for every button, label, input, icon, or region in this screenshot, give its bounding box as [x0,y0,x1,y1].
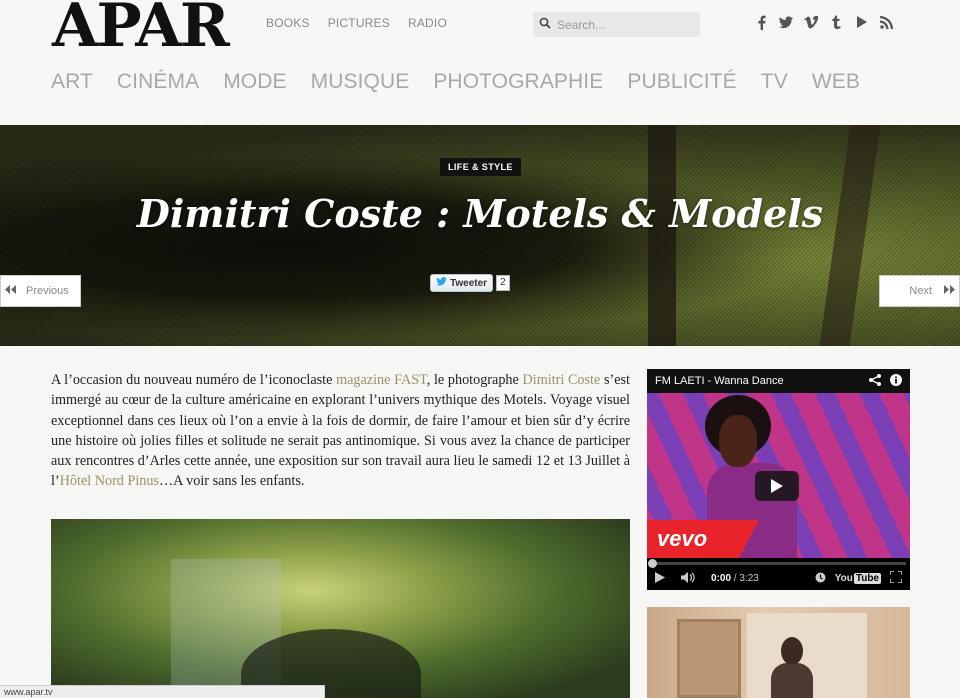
video-player: FM LAETI - Wanna Dance vevo 0:00 / 3:23 [647,369,910,590]
main-nav: ART CINÉMA MODE MUSIQUE PHOTOGRAPHIE PUB… [51,70,860,94]
main-nav-publicite[interactable]: PUBLICITÉ [627,70,736,94]
article-body: A l’occasion du nouveau numéro de l’icon… [51,370,630,492]
play-icon[interactable] [655,571,665,586]
fullscreen-icon[interactable] [889,570,903,586]
thumbnail-detail [677,619,741,698]
tweet-label: Tweeter [450,277,488,289]
hotel-link[interactable]: Hôtel Nord Pinus [60,473,159,489]
article-text: s’est immergé au cœur de la culture amér… [51,372,630,490]
search-icon[interactable] [539,16,551,34]
rss-icon[interactable] [879,14,893,30]
thumbnail-detail [771,663,813,698]
hero-banner: LIFE & STYLE Dimitri Coste : Motels & Mo… [0,125,960,346]
article-photo [51,519,630,698]
video-frame-detail [719,415,757,467]
sidebar-thumbnail[interactable] [647,607,910,698]
video-controls: 0:00 / 3:23 You Tube [647,567,910,590]
author-link[interactable]: Dimitri Coste [523,372,601,388]
main-nav-art[interactable]: ART [51,70,93,94]
video-controls-right: You Tube [815,570,903,586]
tumblr-icon[interactable] [829,14,843,30]
tweet-button[interactable]: Tweeter [430,274,494,292]
top-nav: BOOKS PICTURES RADIO [266,16,447,30]
next-button[interactable]: Next [879,275,960,307]
social-links [754,14,893,30]
previous-button[interactable]: Previous [0,275,81,307]
double-chevron-right-icon [944,285,955,297]
main-nav-mode[interactable]: MODE [223,70,286,94]
video-thumbnail[interactable]: vevo [647,393,910,558]
video-title[interactable]: FM LAETI - Wanna Dance [655,375,784,387]
main-nav-musique[interactable]: MUSIQUE [311,70,410,94]
thumbnail-detail [781,637,803,665]
share-icon[interactable] [869,373,881,389]
article-text: , le photographe [426,372,523,388]
time-total: / 3:23 [733,573,759,584]
search-box [533,12,700,37]
video-header-icons [869,373,902,389]
video-time: 0:00 / 3:23 [711,573,759,584]
top-nav-pictures[interactable]: PICTURES [328,16,390,30]
article-text: …A voir sans les enfants. [158,473,305,490]
tweet-widget: Tweeter 2 [430,274,510,292]
site-header: APAR BOOKS PICTURES RADIO ART C [0,0,960,125]
info-icon[interactable] [890,373,902,389]
article-text: A l’occasion du nouveau numéro de l’icon… [51,372,337,388]
previous-label: Previous [26,285,69,297]
article-paragraph: A l’occasion du nouveau numéro de l’icon… [51,370,630,492]
category-badge[interactable]: LIFE & STYLE [440,158,521,176]
twitter-icon[interactable] [779,14,793,30]
top-nav-books[interactable]: BOOKS [266,16,310,30]
youtube-icon[interactable] [854,14,868,30]
main-nav-photographie[interactable]: PHOTOGRAPHIE [433,70,603,94]
search-input[interactable] [557,17,687,32]
main-nav-tv[interactable]: TV [761,70,788,94]
article-title: Dimitri Coste : Motels & Models [136,191,824,236]
double-chevron-left-icon [5,285,16,297]
play-button[interactable] [755,471,799,501]
video-progress-bar[interactable] [648,559,906,568]
main-nav-web[interactable]: WEB [812,70,860,94]
magazine-fast-link[interactable]: magazine FAST [336,372,427,388]
vimeo-icon[interactable] [804,14,818,30]
twitter-bird-icon [436,277,447,289]
youtube-logo-tube: Tube [853,573,881,584]
youtube-logo[interactable]: You Tube [835,573,881,584]
facebook-icon[interactable] [754,14,768,30]
browser-status-bar: www.apar.tv [0,685,325,698]
tweet-count: 2 [496,275,510,291]
youtube-logo-you: You [834,573,853,584]
next-label: Next [909,285,932,297]
time-current: 0:00 [711,573,732,584]
video-header: FM LAETI - Wanna Dance [647,369,910,393]
volume-icon[interactable] [681,571,695,586]
top-nav-radio[interactable]: RADIO [408,16,447,30]
watch-later-icon[interactable] [815,572,826,586]
main-nav-cinema[interactable]: CINÉMA [117,70,199,94]
site-logo[interactable]: APAR [52,0,230,56]
